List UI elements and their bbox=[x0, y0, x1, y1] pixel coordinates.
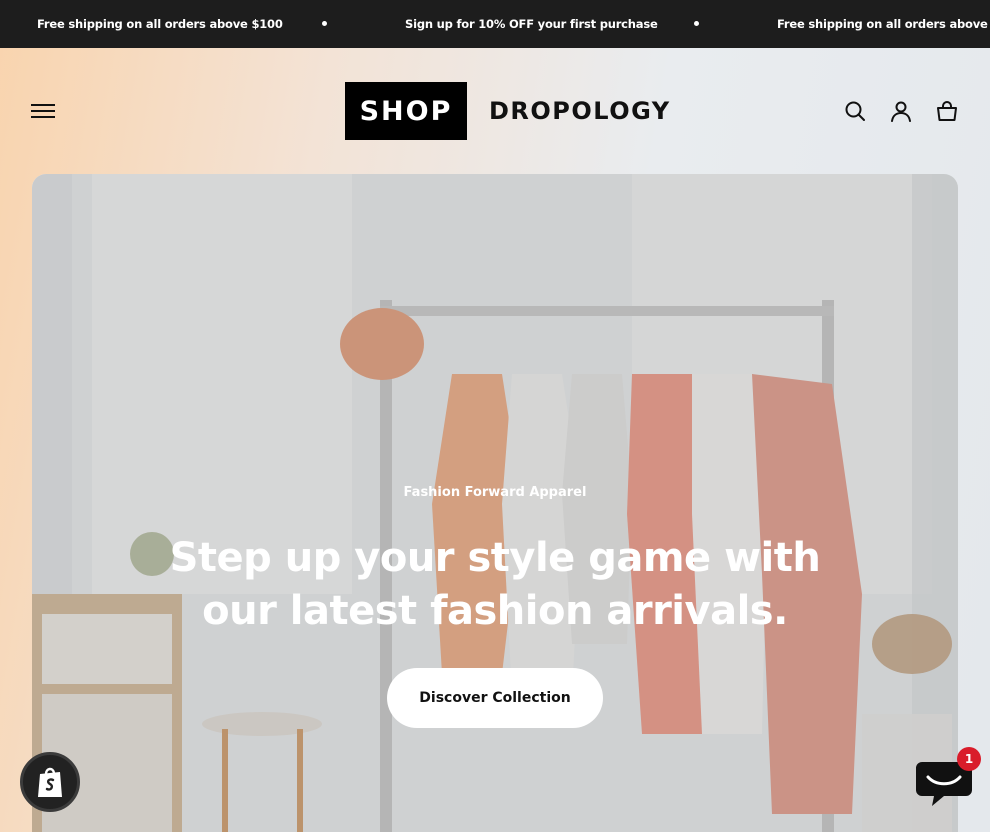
hero-banner: Fashion Forward Apparel Step up your sty… bbox=[32, 174, 958, 832]
announcement-separator bbox=[694, 21, 699, 26]
menu-button[interactable] bbox=[28, 96, 58, 126]
search-icon bbox=[845, 101, 865, 121]
search-button[interactable] bbox=[842, 98, 868, 124]
cart-icon bbox=[937, 101, 957, 121]
hero-overlay bbox=[32, 174, 958, 832]
menu-icon bbox=[31, 104, 55, 118]
logo-wordmark: DROPOLOGY bbox=[489, 97, 671, 125]
discover-collection-button[interactable]: Discover Collection bbox=[387, 668, 603, 728]
announcement-message: Sign up for 10% OFF your first purchase bbox=[405, 17, 658, 31]
logo-box: SHOP bbox=[345, 82, 467, 140]
hero-headline: Step up your style game with our latest … bbox=[169, 535, 821, 634]
shopping-bag-icon bbox=[38, 767, 62, 797]
chat-unread-badge: 1 bbox=[957, 747, 981, 771]
cart-button[interactable] bbox=[934, 98, 960, 124]
hero-eyebrow: Fashion Forward Apparel bbox=[403, 485, 587, 500]
site-logo[interactable]: SHOP DROPOLOGY bbox=[345, 82, 671, 140]
announcement-bar: Free shipping on all orders above $100 S… bbox=[0, 0, 990, 48]
site-header: SHOP DROPOLOGY bbox=[0, 48, 990, 174]
announcement-message: Free shipping on all orders above $100 bbox=[777, 17, 990, 31]
announcement-separator bbox=[322, 21, 327, 26]
shop-app-button[interactable] bbox=[20, 752, 80, 812]
account-button[interactable] bbox=[888, 98, 914, 124]
announcement-message: Free shipping on all orders above $100 bbox=[37, 17, 283, 31]
account-icon bbox=[891, 101, 911, 122]
